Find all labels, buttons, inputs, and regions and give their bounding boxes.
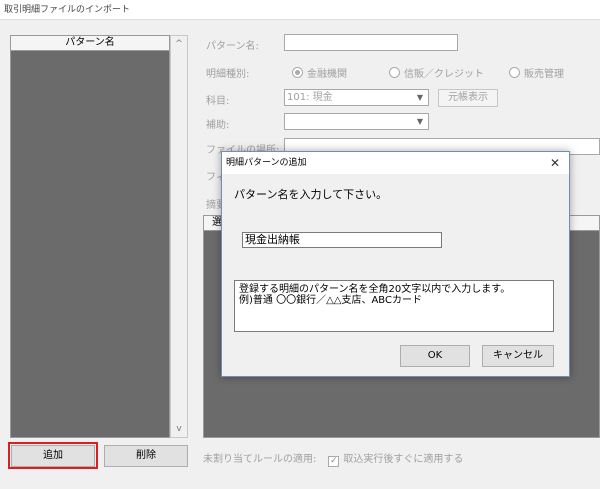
add-button[interactable]: 追加 <box>11 445 95 467</box>
subject-select[interactable]: 101: 現金 ▼ <box>284 89 429 106</box>
close-icon[interactable]: ✕ <box>547 152 563 174</box>
dialog-title: 明細パターンの追加 <box>222 152 569 174</box>
radio-selected-icon <box>292 67 303 78</box>
delete-button[interactable]: 削除 <box>104 445 188 467</box>
window-title: 取引明細ファイルのインポート <box>0 0 600 20</box>
scroll-down-icon[interactable]: v <box>171 421 187 437</box>
dialog-note: 登録する明細のパターン名を全角20文字以内で入力します。 例)普通 〇〇銀行／△… <box>234 280 554 332</box>
list-scrollbar[interactable]: ^ v <box>170 35 188 438</box>
rule-apply-row: 未割り当てルールの適用: ✓ 取込実行後すぐに適用する <box>203 450 463 467</box>
ok-button[interactable]: OK <box>400 345 470 367</box>
rule-apply-checkbox[interactable]: ✓ <box>328 456 340 467</box>
add-pattern-dialog: 明細パターンの追加 ✕ パターン名を入力して下さい。 現金出納帳 登録する明細の… <box>221 151 570 377</box>
radio-sales[interactable]: 販売管理 <box>509 65 564 80</box>
radio-credit[interactable]: 信販／クレジット <box>389 65 484 80</box>
aux-label: 補助: <box>206 120 230 131</box>
radio-icon <box>389 67 400 78</box>
dialog-note-line1: 登録する明細のパターン名を全角20文字以内で入力します。 <box>239 284 511 295</box>
pattern-name-input[interactable] <box>284 34 458 51</box>
dropdown-arrow-icon: ▼ <box>416 117 424 126</box>
aux-select[interactable]: ▼ <box>284 113 429 130</box>
pattern-name-dialog-input[interactable]: 現金出納帳 <box>242 232 442 248</box>
pattern-name-label: パターン名: <box>206 41 259 52</box>
rule-apply-label: 未割り当てルールの適用: <box>203 454 317 465</box>
rule-apply-checkbox-label: 取込実行後すぐに適用する <box>343 454 464 465</box>
dialog-note-line2: 例)普通 〇〇銀行／△△支店、ABCカード <box>239 295 422 306</box>
radio-icon <box>509 67 520 78</box>
pattern-list-panel: パターン名 ^ v <box>10 35 188 438</box>
pattern-list-header[interactable]: パターン名 <box>10 35 170 51</box>
ledger-button[interactable]: 元帳表示 <box>438 89 498 107</box>
cancel-button[interactable]: キャンセル <box>482 345 554 367</box>
pattern-list[interactable] <box>10 51 170 438</box>
scroll-up-icon[interactable]: ^ <box>171 36 187 52</box>
dropdown-arrow-icon: ▼ <box>416 93 424 102</box>
dialog-prompt: パターン名を入力して下さい。 <box>234 188 388 201</box>
detail-type-label: 明細種別: <box>206 69 250 80</box>
radio-financial[interactable]: 金融機関 <box>292 65 347 80</box>
subject-label: 科目: <box>206 96 230 107</box>
